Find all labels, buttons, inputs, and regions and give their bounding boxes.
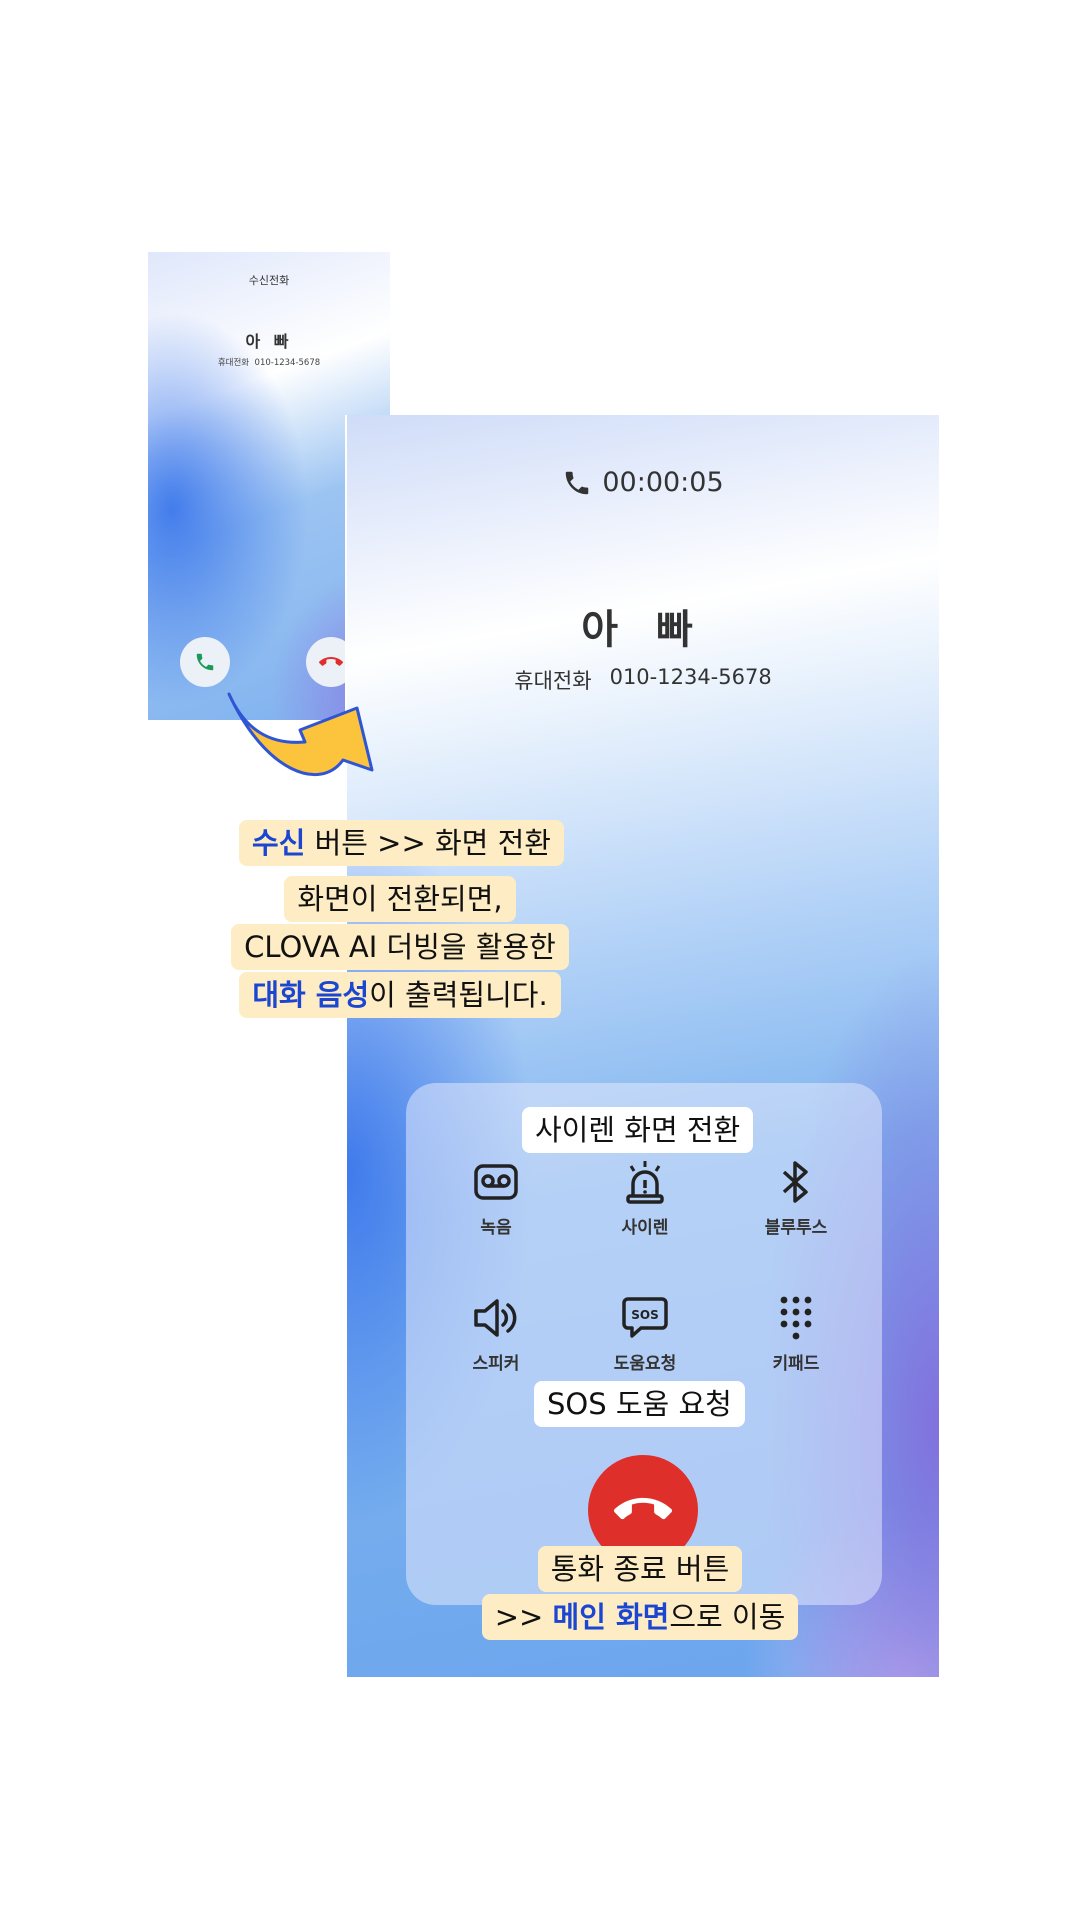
keypad-button[interactable]: 키패드 — [736, 1293, 856, 1374]
siren-icon — [626, 1161, 664, 1204]
transition-line-1: 화면이 전환되면, — [284, 876, 516, 922]
transition-arrow-icon — [227, 692, 374, 777]
svg-text:SOS: SOS — [631, 1308, 659, 1322]
caller-name: 아 빠 — [581, 607, 705, 653]
transition-line-3: 대화 음성이 출력됩니다. — [239, 972, 561, 1018]
active-call-screen: 00:00:05 아 빠 휴대전화 010-1234-5678 녹음 사이렌 블… — [345, 415, 939, 1677]
accept-call-button[interactable] — [180, 637, 230, 687]
transition-note: 화면이 전환되면, CLOVA AI 더빙을 활용한 대화 음성이 출력됩니다. — [220, 876, 580, 1018]
keypad-icon — [780, 1296, 812, 1340]
end-line-1: 통화 종료 버튼 — [537, 1546, 743, 1592]
sos-label: 도움요청 — [613, 1354, 677, 1374]
voicemail-icon — [474, 1164, 518, 1200]
transition-line-2: CLOVA AI 더빙을 활용한 — [231, 924, 569, 970]
incoming-caller-number: 휴대전화 010-1234-5678 — [148, 356, 390, 368]
sos-button[interactable]: SOS 도움요청 — [585, 1293, 705, 1374]
speaker-icon — [474, 1299, 517, 1337]
end-call-note: 통화 종료 버튼 >> 메인 화면으로 이동 — [470, 1546, 810, 1640]
phone-icon — [566, 471, 589, 494]
incoming-number-type: 휴대전화 — [217, 358, 250, 368]
end-line-2: >> 메인 화면으로 이동 — [481, 1594, 799, 1640]
siren-button[interactable]: 사이렌 — [585, 1157, 705, 1238]
end-rest: 으로 이동 — [669, 1600, 786, 1634]
call-controls-panel: 녹음 사이렌 블루투스 스피커 SOS 도움요청 키패드 — [406, 1083, 882, 1605]
caller-number-row: 휴대전화 010-1234-5678 — [347, 665, 939, 695]
phone-decline-icon — [319, 657, 343, 666]
bluetooth-button[interactable]: 블루투스 — [736, 1157, 856, 1238]
sos-note: SOS 도움 요청 — [534, 1381, 745, 1427]
number-type: 휴대전화 — [514, 669, 592, 693]
bluetooth-label: 블루투스 — [764, 1218, 828, 1238]
call-duration: 00:00:05 — [602, 467, 724, 498]
incoming-title: 수신전화 — [248, 274, 290, 287]
phone-accept-icon — [196, 653, 214, 671]
transition-highlight: 대화 음성 — [252, 978, 370, 1012]
accept-transition-note: 수신 버튼 >> 화면 전환 — [239, 820, 564, 866]
accept-highlight: 수신 — [252, 826, 306, 860]
bluetooth-icon — [782, 1161, 808, 1203]
siren-note: 사이렌 화면 전환 — [522, 1107, 754, 1153]
caller-number: 010-1234-5678 — [609, 665, 772, 689]
keypad-label: 키패드 — [772, 1354, 820, 1374]
incoming-number: 010-1234-5678 — [254, 358, 321, 368]
siren-label: 사이렌 — [621, 1218, 669, 1238]
transition-rest: 이 출력됩니다. — [369, 978, 548, 1012]
record-label: 녹음 — [480, 1218, 512, 1238]
accept-rest: 버튼 >> 화면 전환 — [305, 826, 551, 860]
speaker-button[interactable]: 스피커 — [436, 1293, 556, 1374]
end-prefix: >> — [494, 1600, 553, 1634]
hang-up-icon — [614, 1497, 672, 1520]
record-button[interactable]: 녹음 — [436, 1157, 556, 1238]
incoming-caller-name: 아 빠 — [245, 332, 293, 351]
sos-icon: SOS — [622, 1297, 668, 1338]
speaker-label: 스피커 — [472, 1354, 520, 1374]
call-timer: 00:00:05 — [347, 467, 939, 498]
end-highlight: 메인 화면 — [552, 1600, 670, 1634]
